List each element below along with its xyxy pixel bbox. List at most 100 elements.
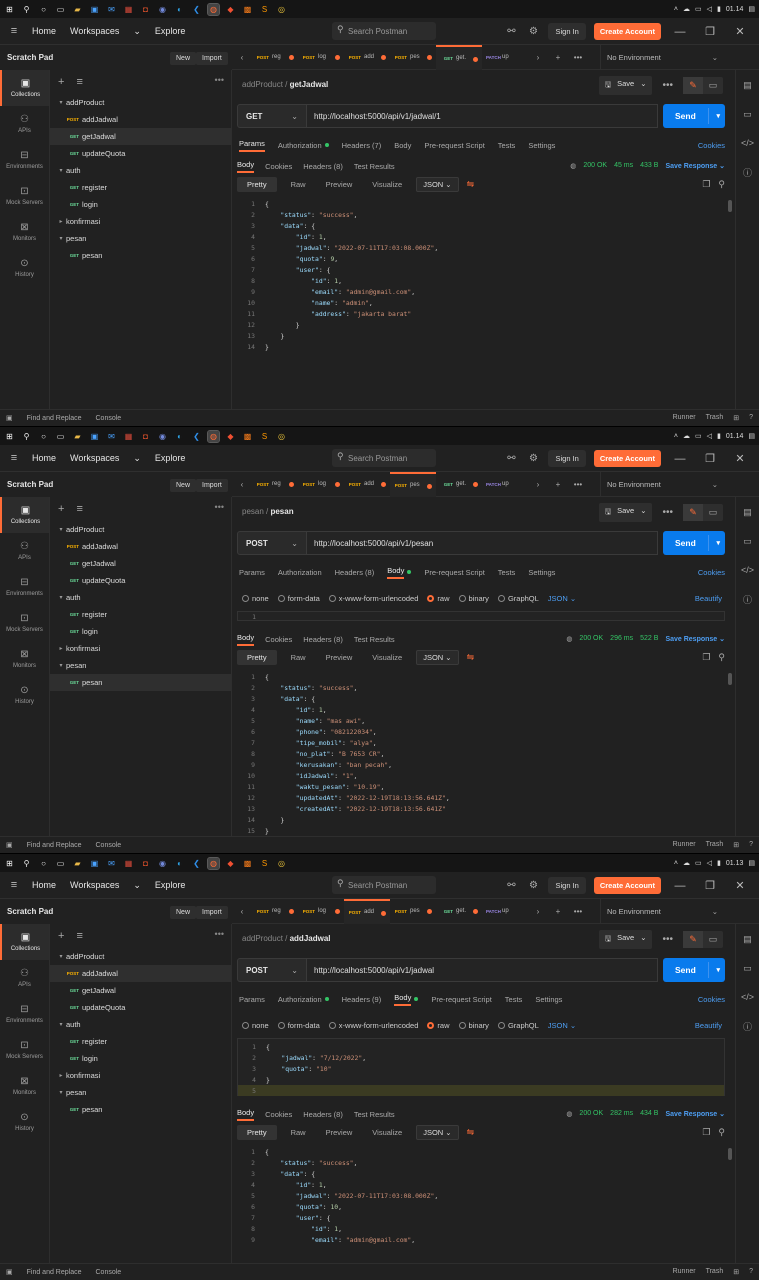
tab-pre-request-script[interactable]: Pre-request Script <box>424 568 484 577</box>
runner-button[interactable]: Runner <box>673 841 696 849</box>
sign-in-button[interactable]: Sign In <box>548 23 586 40</box>
wrap-lines-icon[interactable]: ⇋ <box>467 179 475 190</box>
more-icon[interactable]: ••• <box>658 934 677 945</box>
console-button[interactable]: Console <box>96 415 122 422</box>
volume-icon[interactable]: ◁ <box>707 432 712 440</box>
tree-folder[interactable]: ▾ addProduct <box>50 948 231 965</box>
tree-request[interactable]: GET updateQuota <box>50 572 231 589</box>
find-replace-button[interactable]: Find and Replace <box>27 842 82 849</box>
search-input[interactable]: ⚲ Search Postman <box>332 876 436 894</box>
view-preview[interactable]: Preview <box>320 650 359 665</box>
chevron-down-icon[interactable]: ▾ <box>716 966 720 974</box>
tab-headers[interactable]: Headers (9) <box>342 995 382 1004</box>
mail-icon[interactable]: ✉ <box>106 4 117 15</box>
tree-folder[interactable]: ▾ addProduct <box>50 94 231 111</box>
find-replace-button[interactable]: Find and Replace <box>27 1269 82 1276</box>
nav-workspaces[interactable]: Workspaces <box>70 880 119 891</box>
radio-none[interactable]: none <box>242 594 269 603</box>
globe-icon[interactable]: ◍ <box>566 635 572 643</box>
search-icon[interactable]: ⚲ <box>21 4 32 15</box>
tree-request[interactable]: GET login <box>50 196 231 213</box>
response-body[interactable]: 1{2 "status": "success", 3 "data": {4 "id… <box>237 671 725 836</box>
left-nav-collections[interactable]: ▣ Collections <box>0 497 49 533</box>
tab-body[interactable]: Body <box>394 141 411 150</box>
tab-authorization[interactable]: Authorization <box>278 995 322 1004</box>
nav-workspaces[interactable]: Workspaces <box>70 453 119 464</box>
url-input[interactable]: http://localhost:5000/api/v1/pesan <box>307 531 658 555</box>
left-nav-monitors[interactable]: ⊠ Monitors <box>0 641 49 677</box>
left-nav-mock-servers[interactable]: ⊡ Mock Servers <box>0 178 49 214</box>
copy-icon[interactable]: ❐ <box>702 652 710 663</box>
view-preview[interactable]: Preview <box>320 1125 359 1140</box>
scrollbar[interactable] <box>728 673 732 685</box>
url-input[interactable]: http://localhost:5000/api/v1/jadwal/1 <box>307 104 658 128</box>
chevron-down-icon[interactable]: ▾ <box>716 112 720 120</box>
left-nav-apis[interactable]: ⚇ APIs <box>0 533 49 569</box>
office-icon[interactable]: ◘ <box>140 858 151 869</box>
search-input[interactable]: ⚲ Search Postman <box>332 22 436 40</box>
request-name[interactable]: addJadwal <box>290 934 331 943</box>
comments-icon[interactable]: ▭ <box>743 536 752 547</box>
request-tab[interactable]: POST log <box>298 45 344 70</box>
tree-folder[interactable]: ▾ auth <box>50 589 231 606</box>
more-icon[interactable]: ••• <box>658 507 677 518</box>
chevron-left-icon[interactable]: ‹ <box>232 480 252 489</box>
request-tab[interactable]: GET get. <box>436 44 482 70</box>
view-preview[interactable]: Preview <box>320 177 359 192</box>
tab-params[interactable]: Params <box>239 995 265 1004</box>
search-icon[interactable]: ⚲ <box>718 1127 725 1138</box>
globe-icon[interactable]: ◍ <box>566 1110 572 1118</box>
trash-button[interactable]: Trash <box>706 841 724 849</box>
postman-icon[interactable]: ◍ <box>207 429 220 443</box>
response-time[interactable]: 296 ms <box>610 635 633 643</box>
tree-request[interactable]: GET updateQuota <box>50 145 231 162</box>
console-button[interactable]: Console <box>96 842 122 849</box>
tree-request[interactable]: POST addJadwal <box>50 111 231 128</box>
radio-binary[interactable]: binary <box>458 1021 489 1030</box>
add-icon[interactable]: + <box>58 930 64 942</box>
tab-params[interactable]: Params <box>239 568 265 577</box>
sidebar-toggle-icon[interactable]: ▣ <box>6 414 13 422</box>
breadcrumb-parent[interactable]: pesan <box>242 507 264 516</box>
tree-request[interactable]: GET updateQuota <box>50 999 231 1016</box>
request-tab[interactable]: POST log <box>298 899 344 924</box>
chevron-down-icon[interactable]: ▾ <box>716 539 720 547</box>
request-tab[interactable]: POST add <box>344 472 390 497</box>
response-format-select[interactable]: JSON ⌄ <box>416 649 459 665</box>
satellite-icon[interactable]: ⚯ <box>504 26 518 37</box>
close-icon[interactable]: ✕ <box>729 879 751 892</box>
maximize-icon[interactable]: ❐ <box>699 879 721 892</box>
vscode-icon[interactable]: ❮ <box>191 858 202 869</box>
settings-icon[interactable]: ⚙ <box>526 880 540 891</box>
radio-GraphQL[interactable]: GraphQL <box>497 1021 539 1030</box>
tab-tests[interactable]: Tests <box>498 568 516 577</box>
create-account-button[interactable]: Create Account <box>593 450 661 467</box>
response-body[interactable]: 1{2 "status": "success", 3 "data": {4 "id… <box>237 1146 725 1263</box>
chevron-up-icon[interactable]: ˄ <box>674 433 678 440</box>
save-button[interactable]: 🖫 Save ⌄ <box>598 503 653 522</box>
search-icon[interactable]: ⚲ <box>718 652 725 663</box>
response-format-select[interactable]: JSON ⌄ <box>416 176 459 192</box>
url-input[interactable]: http://localhost:5000/api/v1/jadwal <box>307 958 658 982</box>
trash-button[interactable]: Trash <box>706 414 724 422</box>
store-icon[interactable]: ▣ <box>89 858 100 869</box>
radio-raw[interactable]: raw <box>427 1021 450 1030</box>
battery-icon[interactable]: ▮ <box>717 432 721 440</box>
cortana-icon[interactable]: ○ <box>38 4 49 15</box>
nav-explore[interactable]: Explore <box>155 26 186 37</box>
request-name[interactable]: getJadwal <box>290 80 329 89</box>
tree-folder[interactable]: ▾ auth <box>50 1016 231 1033</box>
satellite-icon[interactable]: ⚯ <box>504 453 518 464</box>
left-nav-history[interactable]: ⊙ History <box>0 677 49 713</box>
left-nav-monitors[interactable]: ⊠ Monitors <box>0 1068 49 1104</box>
cortana-icon[interactable]: ○ <box>38 431 49 442</box>
new-button[interactable]: New <box>170 906 197 919</box>
view-visualize[interactable]: Visualize <box>366 650 408 665</box>
tree-request[interactable]: GET register <box>50 179 231 196</box>
left-nav-history[interactable]: ⊙ History <box>0 1104 49 1140</box>
search-icon[interactable]: ⚲ <box>21 431 32 442</box>
save-button[interactable]: 🖫 Save ⌄ <box>598 76 653 95</box>
tree-folder[interactable]: ▾ addProduct <box>50 521 231 538</box>
environment-select[interactable]: No Environment ⌄ <box>600 899 724 924</box>
layout-icon[interactable]: ⊞ <box>733 414 739 422</box>
